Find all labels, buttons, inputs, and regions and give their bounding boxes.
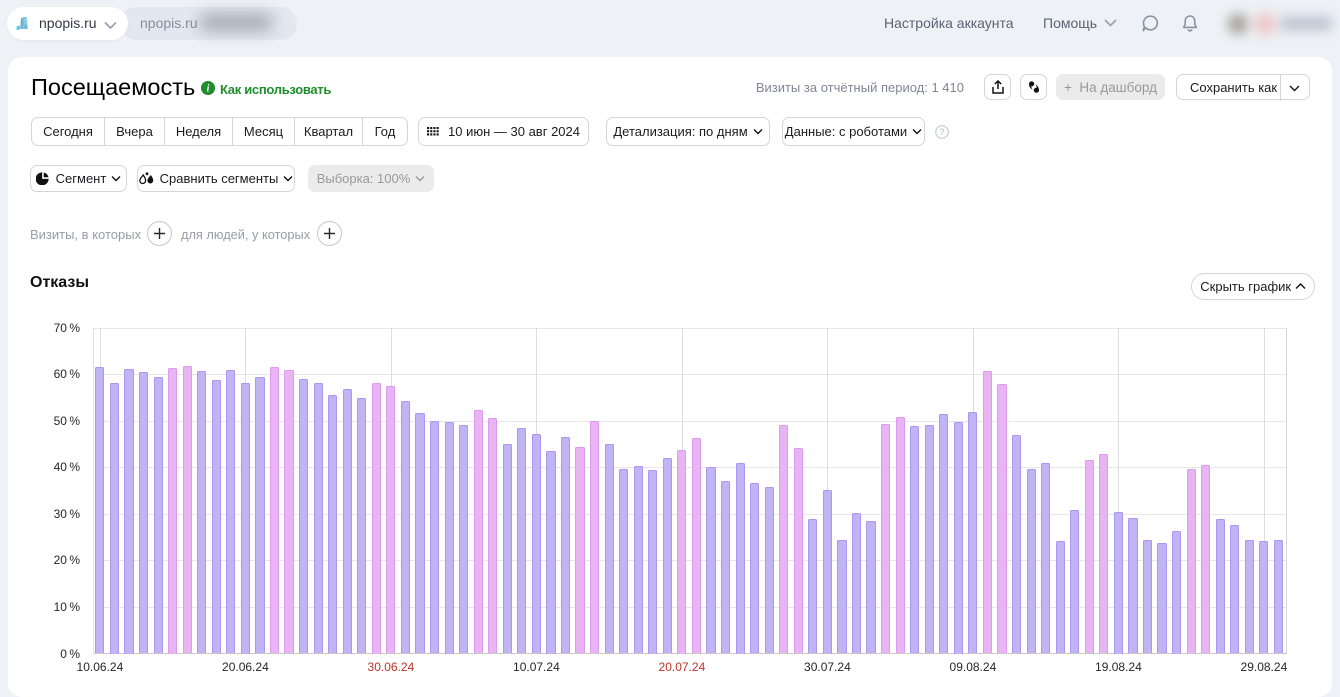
svg-text:i: i — [207, 84, 210, 95]
svg-text:?: ? — [939, 127, 944, 137]
